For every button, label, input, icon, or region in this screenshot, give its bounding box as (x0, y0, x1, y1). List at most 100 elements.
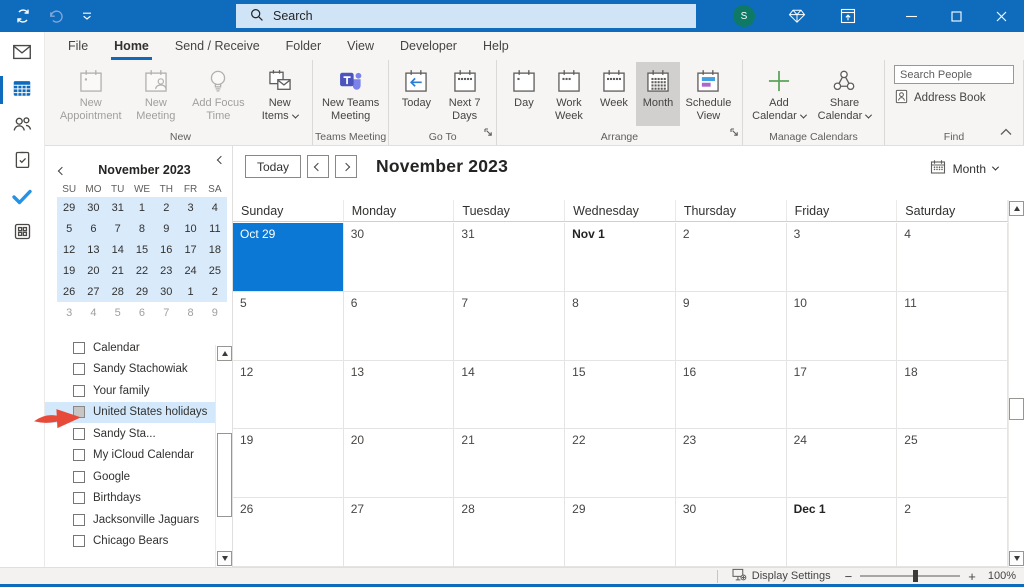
mini-date[interactable]: 28 (106, 281, 130, 302)
mini-date[interactable]: 30 (154, 281, 178, 302)
premium-gem-icon[interactable] (787, 0, 807, 32)
day-cell-6[interactable]: 6 (343, 291, 455, 361)
checkbox[interactable] (73, 341, 85, 354)
scroll-up-icon[interactable] (217, 346, 232, 361)
folder-pane-scrollbar[interactable] (215, 345, 232, 567)
mini-date[interactable]: 17 (178, 239, 202, 260)
schedule-view-button[interactable]: Schedule View (680, 62, 737, 126)
rail-item-more-apps[interactable] (0, 222, 45, 246)
day-cell-dec-1[interactable]: Dec 1 (786, 498, 898, 567)
mini-date[interactable]: 13 (81, 239, 105, 260)
work-week-button[interactable]: Work Week (546, 62, 592, 126)
calendar-list-item-your-family[interactable]: Your family (45, 380, 215, 402)
day-cell-16[interactable]: 16 (675, 360, 787, 430)
send-receive-sync-icon[interactable] (14, 7, 32, 25)
add-calendar-button[interactable]: Add Calendar (748, 62, 810, 126)
day-cell-17[interactable]: 17 (786, 360, 898, 430)
scrollbar-thumb[interactable] (217, 433, 232, 517)
mini-date[interactable]: 25 (203, 260, 227, 281)
day-cell-25[interactable]: 25 (897, 429, 1008, 499)
day-cell-24[interactable]: 24 (786, 429, 898, 499)
tab-home[interactable]: Home (101, 32, 162, 60)
mini-date[interactable]: 6 (130, 302, 154, 323)
mini-date[interactable]: 30 (81, 197, 105, 218)
day-cell-29[interactable]: 29 (565, 498, 676, 567)
display-settings-button[interactable]: Display Settings (716, 568, 845, 583)
mini-date[interactable]: 16 (154, 239, 178, 260)
mini-date[interactable]: 29 (57, 197, 81, 218)
day-cell-2[interactable]: 2 (675, 223, 787, 292)
day-cell-22[interactable]: 22 (565, 429, 676, 499)
tab-help[interactable]: Help (470, 32, 522, 60)
day-cell-26[interactable]: 26 (233, 498, 344, 567)
mini-date[interactable]: 24 (178, 260, 202, 281)
mini-date[interactable]: 1 (178, 281, 202, 302)
day-cell-12[interactable]: 12 (233, 360, 344, 430)
mini-date[interactable]: 5 (106, 302, 130, 323)
scroll-up-icon[interactable] (1009, 201, 1024, 216)
scroll-down-icon[interactable] (1009, 551, 1024, 566)
mini-date[interactable]: 1 (130, 197, 154, 218)
day-cell-18[interactable]: 18 (897, 360, 1008, 430)
calendar-list-item-google[interactable]: Google (45, 466, 215, 488)
mini-date[interactable]: 12 (57, 239, 81, 260)
mini-date[interactable]: 21 (106, 260, 130, 281)
checkbox[interactable] (73, 449, 85, 462)
mini-date[interactable]: 10 (178, 218, 202, 239)
mini-date[interactable]: 11 (203, 218, 227, 239)
rail-item-mail[interactable] (0, 42, 45, 66)
day-cell-4[interactable]: 4 (897, 223, 1008, 292)
rail-item-people[interactable] (0, 114, 45, 138)
new-items-button[interactable]: New Items (253, 62, 307, 126)
mini-date[interactable]: 19 (57, 260, 81, 281)
search-people-input[interactable] (894, 65, 1014, 84)
day-cell-28[interactable]: 28 (454, 498, 566, 567)
day-cell-14[interactable]: 14 (454, 360, 566, 430)
dialog-launcher-icon[interactable] (730, 124, 739, 142)
mini-date[interactable]: 3 (57, 302, 81, 323)
search-input[interactable]: Search (236, 4, 696, 28)
day-cell-3[interactable]: 3 (786, 223, 898, 292)
day-cell-nov-1[interactable]: Nov 1 (565, 223, 676, 292)
share-calendar-button[interactable]: Share Calendar (810, 62, 879, 126)
calendar-list-item-calendar[interactable]: Calendar (45, 337, 215, 359)
tab-view[interactable]: View (334, 32, 387, 60)
tab-developer[interactable]: Developer (387, 32, 470, 60)
day-cell-13[interactable]: 13 (343, 360, 455, 430)
checkbox[interactable] (73, 470, 85, 483)
checkbox[interactable] (73, 363, 85, 376)
day-cell-27[interactable]: 27 (343, 498, 455, 567)
day-cell-19[interactable]: 19 (233, 429, 344, 499)
day-cell-30[interactable]: 30 (675, 498, 787, 567)
checkbox[interactable] (73, 535, 85, 548)
customize-toolbar-chevron-icon[interactable] (78, 7, 96, 25)
day-button[interactable]: Day (502, 62, 546, 126)
mini-date[interactable]: 4 (203, 197, 227, 218)
mini-date[interactable]: 7 (106, 218, 130, 239)
mini-date[interactable]: 6 (81, 218, 105, 239)
day-cell-20[interactable]: 20 (343, 429, 455, 499)
day-cell-21[interactable]: 21 (454, 429, 566, 499)
next-7-days-button[interactable]: Next 7 Days (438, 62, 491, 126)
mini-date[interactable]: 9 (154, 218, 178, 239)
collapse-folder-pane-icon[interactable] (216, 150, 226, 168)
zoom-in-button[interactable]: + (968, 569, 976, 584)
tab-folder[interactable]: Folder (273, 32, 334, 60)
minimize-button[interactable] (889, 0, 934, 32)
calendar-list-item-chicago-bears[interactable]: Chicago Bears (45, 531, 215, 553)
day-cell-15[interactable]: 15 (565, 360, 676, 430)
previous-month-button[interactable] (307, 155, 330, 178)
mini-date[interactable]: 29 (130, 281, 154, 302)
new-teams-meeting-button[interactable]: New Teams Meeting (318, 62, 384, 126)
tab-file[interactable]: File (55, 32, 101, 60)
mini-date[interactable]: 18 (203, 239, 227, 260)
zoom-out-button[interactable]: − (845, 569, 853, 584)
calendar-list-item-birthdays[interactable]: Birthdays (45, 488, 215, 510)
mini-date[interactable]: 26 (57, 281, 81, 302)
mini-date[interactable]: 14 (106, 239, 130, 260)
scrollbar-thumb[interactable] (1009, 398, 1024, 420)
zoom-slider[interactable] (860, 570, 961, 582)
mini-date[interactable]: 3 (178, 197, 202, 218)
calendar-list-item-jacksonville-jaguars[interactable]: Jacksonville Jaguars (45, 509, 215, 531)
dialog-launcher-icon[interactable] (484, 124, 493, 142)
